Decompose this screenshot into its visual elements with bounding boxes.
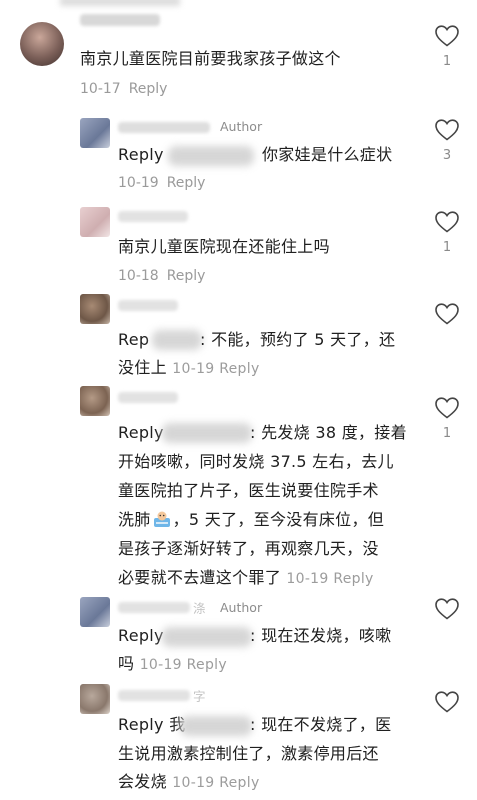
like-button[interactable] bbox=[432, 302, 462, 346]
like-button[interactable]: 1 bbox=[432, 210, 462, 255]
username-blurred bbox=[118, 602, 190, 613]
like-button[interactable] bbox=[432, 690, 462, 734]
redacted-name bbox=[180, 716, 252, 736]
comment-text-line6-content: 必要就不去遭这个罪了 bbox=[118, 568, 282, 587]
redacted-name bbox=[168, 146, 254, 166]
username-blurred bbox=[118, 122, 210, 133]
comment-date: 10-19 bbox=[286, 571, 329, 587]
like-count: 1 bbox=[442, 240, 452, 255]
comment-meta: 10-19 Reply bbox=[172, 361, 259, 377]
comment-text-line2-content: 吗 bbox=[118, 654, 135, 673]
like-count bbox=[432, 627, 462, 641]
comment-date: 10-18 bbox=[118, 268, 159, 284]
avatar[interactable] bbox=[80, 597, 110, 627]
comment-text-line6: 必要就不去遭这个罪了 10-19 Reply bbox=[118, 566, 374, 591]
avatar[interactable] bbox=[80, 118, 110, 148]
reply-button[interactable]: Reply bbox=[219, 361, 259, 377]
reply-prefix: Reply 我 bbox=[118, 715, 186, 734]
like-count bbox=[432, 332, 462, 346]
comment-text-line3: 会发烧 10-19 Reply bbox=[118, 770, 260, 795]
comment-date: 10-19 bbox=[172, 361, 215, 377]
heart-icon bbox=[435, 598, 459, 620]
emoji-sticker-icon bbox=[153, 511, 170, 527]
comment-text-line2: 吗 10-19 Reply bbox=[118, 652, 227, 677]
reply-prefix: Rep bbox=[118, 330, 150, 349]
reply-button[interactable]: Reply bbox=[333, 571, 373, 587]
like-button[interactable] bbox=[432, 597, 462, 641]
comment-meta: 10-19 Reply bbox=[172, 775, 259, 791]
heart-icon bbox=[435, 211, 459, 233]
username-blurred bbox=[118, 690, 190, 701]
comment-date: 10-19 bbox=[172, 775, 215, 791]
comment-text-segment: 洗肺 bbox=[118, 510, 151, 529]
comment-meta: 10-19 Reply bbox=[286, 571, 373, 587]
reply-prefix: Reply bbox=[118, 423, 164, 442]
redacted-name bbox=[152, 330, 202, 350]
comment-date: 10-17 bbox=[80, 81, 121, 97]
comment-text-line4: 洗肺 ，5 天了，至今没有床位，但 bbox=[118, 508, 384, 532]
heart-icon bbox=[435, 119, 459, 141]
username-blurred bbox=[118, 392, 178, 403]
avatar[interactable] bbox=[80, 684, 110, 714]
like-count: 1 bbox=[442, 426, 452, 441]
comment-meta: 10-17 Reply bbox=[80, 80, 167, 98]
like-button[interactable]: 1 bbox=[432, 396, 462, 441]
comment-text-line1: : 现在不发烧了，医 bbox=[250, 715, 392, 734]
avatar[interactable] bbox=[80, 294, 110, 324]
comment-text-line1: : 现在还发烧，咳嗽 bbox=[250, 626, 392, 645]
like-button[interactable]: 3 bbox=[432, 118, 462, 163]
comment-text: 你家娃是什么症状 bbox=[262, 145, 393, 164]
username-blurred bbox=[118, 300, 178, 311]
redacted-name bbox=[162, 423, 252, 443]
heart-icon bbox=[435, 691, 459, 713]
comment-text: 南京儿童医院现在还能住上吗 bbox=[118, 237, 330, 256]
comment-text-line5: 是孩子逐渐好转了，再观察几天，没 bbox=[118, 539, 379, 558]
reply-button[interactable]: Reply bbox=[167, 268, 206, 284]
comment-meta: 10-18 Reply bbox=[118, 267, 205, 285]
prev-comment-fragment bbox=[60, 0, 180, 6]
heart-icon bbox=[435, 25, 459, 47]
username-blurred bbox=[80, 14, 160, 26]
comment-text-line1: : 不能，预约了 5 天了，还 bbox=[200, 330, 396, 349]
comment-text-line2: 开始咳嗽，同时发烧 37.5 左右，去儿 bbox=[118, 452, 394, 471]
reply-prefix: Reply bbox=[118, 626, 164, 645]
heart-icon bbox=[435, 303, 459, 325]
comment-text-segment: ，5 天了，至今没有床位，但 bbox=[172, 510, 385, 529]
heart-icon bbox=[435, 397, 459, 419]
username-fragment: 字 bbox=[193, 689, 206, 704]
reply-button[interactable]: Reply bbox=[219, 775, 259, 791]
reply-button[interactable]: Reply bbox=[167, 175, 206, 191]
comment-text-line2: 生说用激素控制住了，激素停用后还 bbox=[118, 744, 379, 763]
avatar[interactable] bbox=[20, 22, 64, 66]
reply-prefix: Reply bbox=[118, 145, 164, 164]
comment-date: 10-19 bbox=[139, 657, 182, 673]
like-button[interactable]: 1 bbox=[432, 24, 462, 69]
comment-text-line2-content: 没住上 bbox=[118, 358, 167, 377]
comment-date: 10-19 bbox=[118, 175, 159, 191]
redacted-name bbox=[162, 627, 252, 647]
comment-text-line3-content: 会发烧 bbox=[118, 772, 167, 791]
avatar[interactable] bbox=[80, 207, 110, 237]
comment-text-line2: 没住上 10-19 Reply bbox=[118, 356, 260, 381]
comment-text-line3: 童医院拍了片子，医生说要住院手术 bbox=[118, 481, 379, 500]
comment-text-line1: : 先发烧 38 度，接着 bbox=[250, 423, 407, 442]
reply-button[interactable]: Reply bbox=[129, 81, 168, 97]
like-count: 1 bbox=[442, 54, 452, 69]
avatar[interactable] bbox=[80, 386, 110, 416]
like-count: 3 bbox=[442, 148, 452, 163]
comment-meta: 10-19 Reply bbox=[140, 657, 227, 673]
username-fragment: 涤 bbox=[193, 601, 206, 616]
like-count bbox=[432, 720, 462, 734]
username-blurred bbox=[118, 211, 188, 222]
author-tag: Author bbox=[220, 119, 263, 134]
comment-meta: 10-19 Reply bbox=[118, 174, 205, 192]
reply-button[interactable]: Reply bbox=[187, 657, 227, 673]
comment-text: 南京儿童医院目前要我家孩子做这个 bbox=[80, 49, 341, 68]
author-tag: Author bbox=[220, 600, 263, 615]
